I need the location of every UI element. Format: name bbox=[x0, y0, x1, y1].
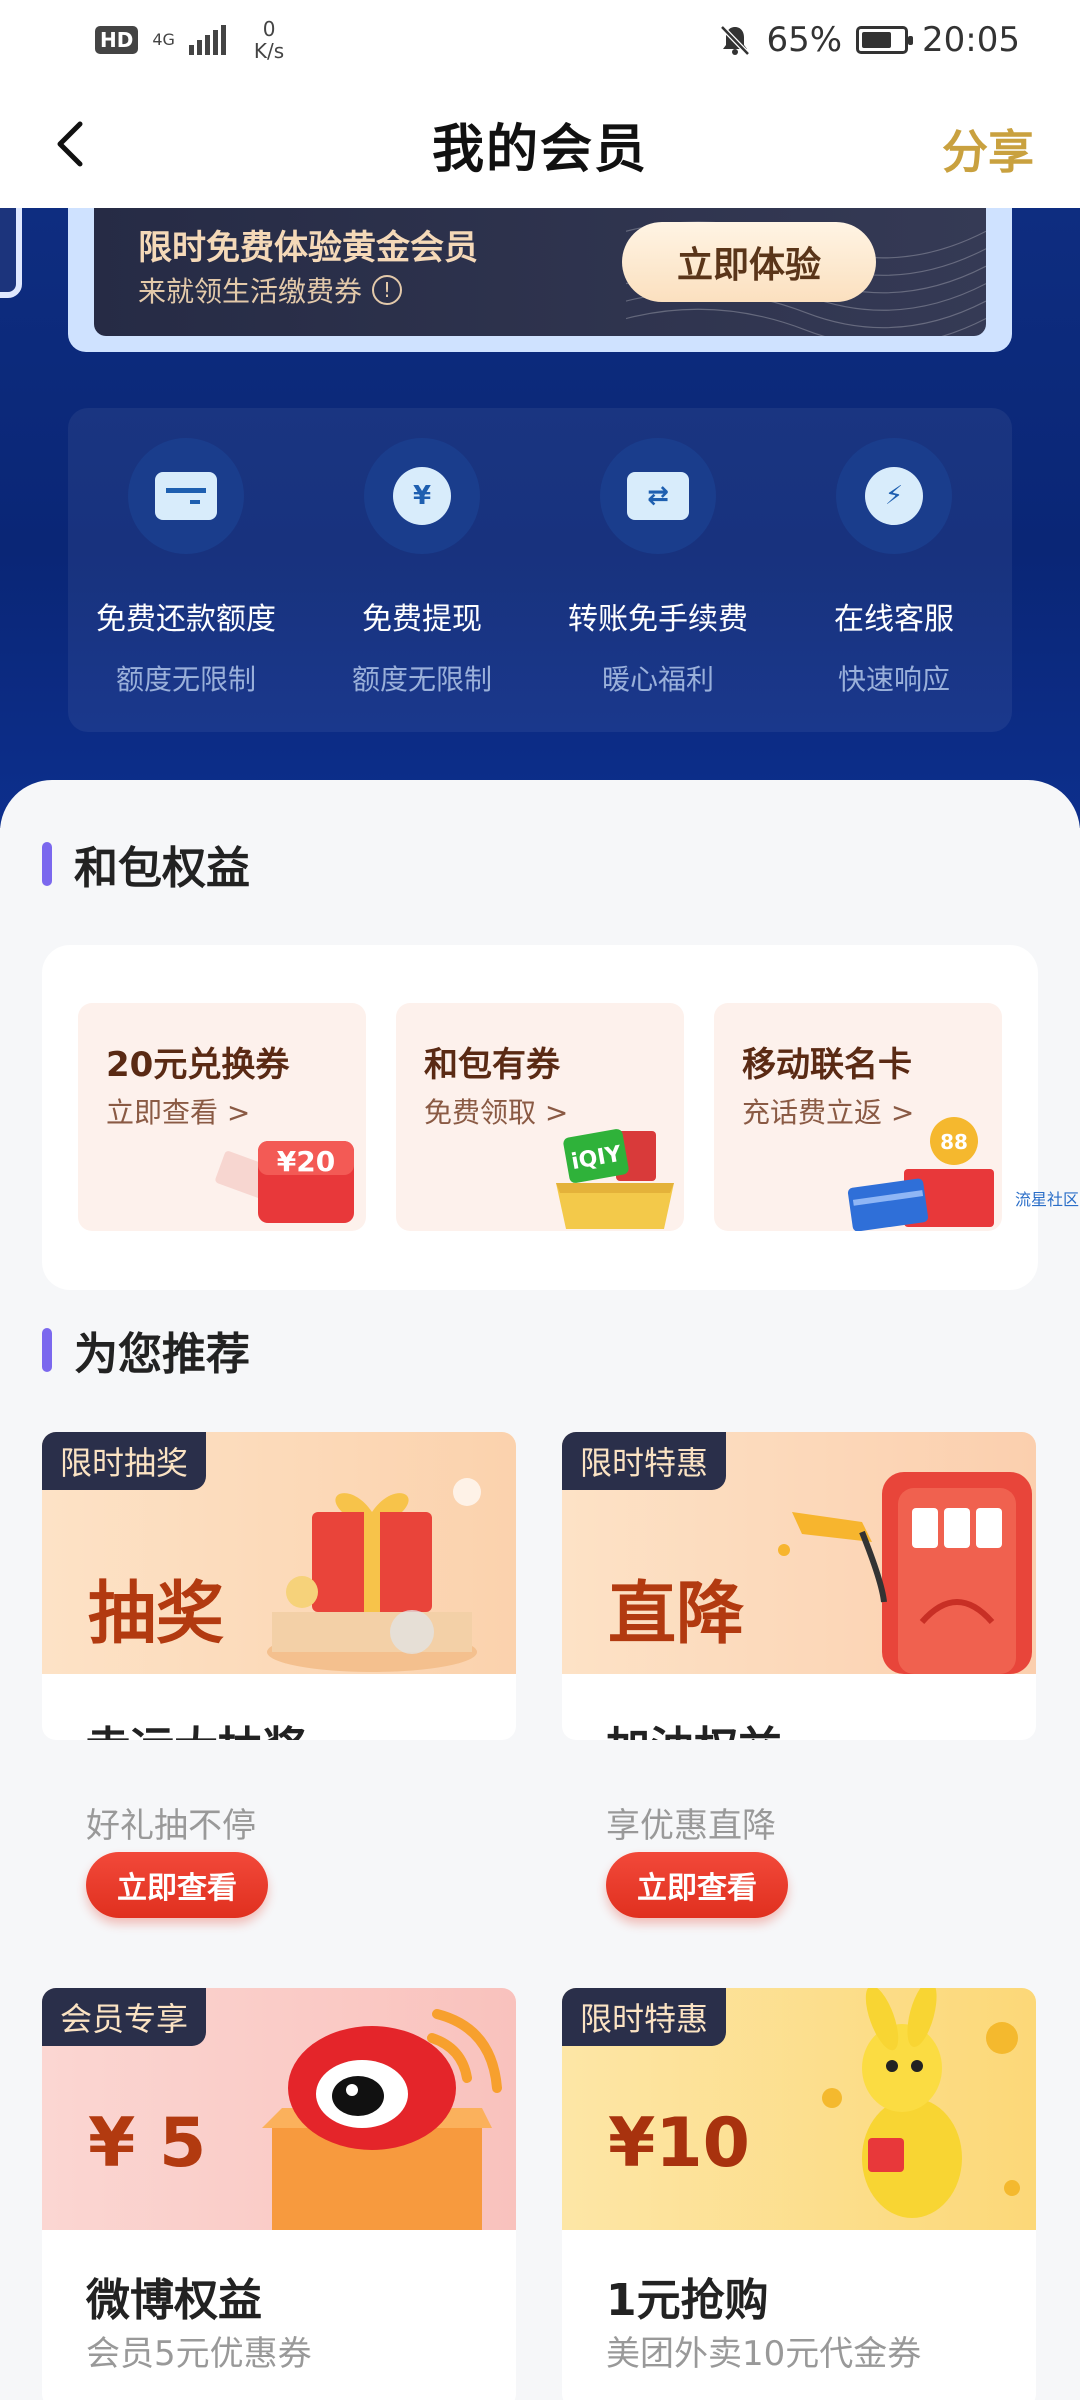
benefit-item[interactable]: ⚡ 在线客服 快速响应 bbox=[776, 408, 1012, 732]
card-tag: 限时特惠 bbox=[562, 1432, 727, 1490]
card-title: 幸运大抽奖 bbox=[86, 1712, 306, 1740]
card-banner: 限时特惠 ¥10 bbox=[562, 1988, 1036, 2230]
benefit-subtitle: 暖心福利 bbox=[601, 663, 714, 696]
gift-box-illustration-icon: iQIY bbox=[556, 1129, 674, 1229]
mute-bell-icon bbox=[720, 25, 751, 56]
benefit-icon-circle: ¥ bbox=[364, 438, 480, 554]
gift-box-icon bbox=[267, 1478, 481, 1672]
card-headline: 直降 bbox=[608, 1575, 745, 1654]
benefit-title: 免费还款额度 bbox=[96, 602, 276, 637]
recommend-card[interactable]: 限时特惠 直降 加油权益 bbox=[562, 1432, 1036, 1740]
perk-title: 和包有券 bbox=[424, 1045, 560, 1085]
card-headline: ¥10 bbox=[608, 2104, 750, 2183]
signal-icon bbox=[188, 25, 226, 55]
perk-card[interactable]: 20元兑换券 立即查看 > ¥20 bbox=[78, 1003, 366, 1231]
share-button[interactable]: 分享 bbox=[942, 116, 1034, 182]
view-now-button[interactable]: 立即查看 bbox=[86, 1852, 268, 1918]
promo-card[interactable]: 限时免费体验黄金会员 来就领生活缴费券 ! 立即体验 bbox=[68, 208, 1012, 352]
section-accent-bar bbox=[42, 842, 52, 886]
benefit-subtitle: 快速响应 bbox=[837, 663, 950, 696]
benefit-title: 转账免手续费 bbox=[568, 602, 748, 637]
benefit-grid: 免费还款额度 额度无限制 ¥ 免费提现 额度无限制 ⇄ 转账免手续费 暖心福利 … bbox=[68, 408, 1012, 732]
card-title: 微博权益 bbox=[86, 2275, 262, 2326]
card-subtitle: 享优惠直降 bbox=[606, 1806, 776, 1846]
view-now-button[interactable]: 立即查看 bbox=[606, 1852, 788, 1918]
coupon-illustration-icon: ¥20 bbox=[215, 1141, 354, 1223]
network-type: 4G bbox=[152, 30, 175, 49]
recommend-card[interactable]: 限时抽奖 抽奖 幸运大抽奖 bbox=[42, 1432, 516, 1740]
battery-percent: 65% bbox=[766, 20, 843, 60]
hd-badge: HD bbox=[95, 26, 139, 54]
section-title: 和包权益 bbox=[74, 843, 250, 894]
benefit-title: 在线客服 bbox=[834, 602, 954, 637]
battery-icon bbox=[856, 26, 914, 54]
recommend-section-header: 为您推荐 bbox=[42, 1318, 250, 1382]
card-coin-illustration-icon: 88 bbox=[847, 1117, 994, 1231]
lightning-icon: ⚡ bbox=[865, 467, 923, 525]
card-icon bbox=[155, 472, 217, 520]
promo-banner[interactable]: 限时免费体验黄金会员 来就领生活缴费券 ! 立即体验 bbox=[94, 208, 986, 336]
network-speed: 0 K/s bbox=[254, 18, 284, 62]
card-banner: 会员专享 ¥ 5 bbox=[42, 1988, 516, 2230]
card-subtitle: 好礼抽不停 bbox=[86, 1806, 256, 1846]
speed-unit: K/s bbox=[253, 39, 285, 63]
perk-title: 20元兑换券 bbox=[106, 1045, 290, 1085]
content-sheet: 和包权益 20元兑换券 立即查看 > ¥20 和包有券 免费领取 > iQIY bbox=[0, 780, 1080, 2400]
perks-section-header: 和包权益 bbox=[42, 832, 250, 896]
kangaroo-mascot-icon bbox=[822, 1988, 1020, 2218]
clock: 20:05 bbox=[922, 20, 1020, 60]
try-now-button[interactable]: 立即体验 bbox=[622, 222, 876, 302]
benefit-item[interactable]: ⇄ 转账免手续费 暖心福利 bbox=[540, 408, 776, 732]
card-title: 1元抢购 bbox=[606, 2275, 769, 2326]
benefit-icon-circle: ⚡ bbox=[836, 438, 952, 554]
promo-subtitle: 来就领生活缴费券 ! bbox=[138, 270, 403, 310]
page-title: 我的会员 bbox=[431, 119, 648, 180]
benefit-subtitle: 额度无限制 bbox=[115, 663, 256, 696]
card-tag: 会员专享 bbox=[42, 1988, 207, 2046]
watermark-text: 流星社区 bbox=[1015, 1190, 1080, 1209]
status-bar: HD 4G 0 K/s 65% 20:05 bbox=[0, 0, 1080, 80]
card-headline: ¥ 5 bbox=[88, 2104, 207, 2183]
fuel-pump-icon bbox=[778, 1472, 1032, 1674]
coin-badge: 88 bbox=[940, 1130, 968, 1154]
benefit-item[interactable]: 免费还款额度 额度无限制 bbox=[68, 408, 304, 732]
member-hero: 限时免费体验黄金会员 来就领生活缴费券 ! 立即体验 免费还款额度 额度无限制 … bbox=[0, 208, 1080, 828]
benefit-subtitle: 额度无限制 bbox=[351, 663, 492, 696]
perk-card[interactable]: 和包有券 免费领取 > iQIY bbox=[396, 1003, 684, 1231]
card-subtitle: 美团外卖10元代金券 bbox=[606, 2334, 922, 2374]
recommend-card[interactable]: 会员专享 ¥ 5 微博权益 会员5元优惠券 bbox=[42, 1988, 516, 2400]
benefit-icon-circle bbox=[128, 438, 244, 554]
card-tag: 限时特惠 bbox=[562, 1988, 727, 2046]
card-subtitle: 会员5元优惠券 bbox=[86, 2334, 312, 2374]
coupon-badge: ¥20 bbox=[277, 1145, 335, 1178]
recommend-card[interactable]: 限时特惠 ¥10 1元抢购 美团外卖10元代金券 bbox=[562, 1988, 1036, 2400]
perks-panel: 20元兑换券 立即查看 > ¥20 和包有券 免费领取 > iQIY 移动联名卡… bbox=[42, 945, 1038, 1290]
back-arrow-icon[interactable] bbox=[44, 116, 100, 172]
previous-card-edge[interactable] bbox=[0, 208, 22, 298]
card-headline: 抽奖 bbox=[88, 1575, 225, 1654]
card-tag: 限时抽奖 bbox=[42, 1432, 207, 1490]
yen-icon: ¥ bbox=[393, 467, 451, 525]
section-title: 为您推荐 bbox=[74, 1329, 250, 1380]
weibo-icon bbox=[262, 2009, 502, 2230]
transfer-icon: ⇄ bbox=[627, 472, 689, 520]
benefit-item[interactable]: ¥ 免费提现 额度无限制 bbox=[304, 408, 540, 732]
card-banner: 限时抽奖 抽奖 bbox=[42, 1432, 516, 1674]
perk-title: 移动联名卡 bbox=[742, 1045, 912, 1085]
benefit-icon-circle: ⇄ bbox=[600, 438, 716, 554]
nav-bar: 我的会员 分享 bbox=[0, 80, 1080, 208]
promo-subtitle-text: 来就领生活缴费券 bbox=[138, 275, 363, 308]
card-title: 加油权益 bbox=[606, 1712, 782, 1740]
promo-title: 限时免费体验黄金会员 bbox=[138, 228, 478, 268]
speed-value: 0 bbox=[262, 17, 276, 41]
card-banner: 限时特惠 直降 bbox=[562, 1432, 1036, 1674]
benefit-title: 免费提现 bbox=[362, 602, 482, 637]
section-accent-bar bbox=[42, 1328, 52, 1372]
info-icon[interactable]: ! bbox=[372, 275, 403, 305]
perk-card[interactable]: 移动联名卡 充话费立返 > 88 bbox=[714, 1003, 1002, 1231]
